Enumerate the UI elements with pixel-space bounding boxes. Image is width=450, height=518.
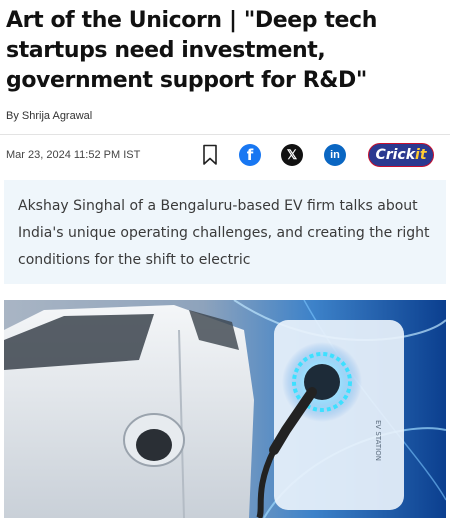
crickit-button[interactable]: Crick it (368, 143, 434, 167)
article-summary: Akshay Singhal of a Bengaluru-based EV f… (4, 180, 446, 284)
linkedin-share-button[interactable]: in (324, 144, 346, 166)
x-share-button[interactable]: 𝕏 (281, 144, 303, 166)
byline-prefix: By (6, 110, 22, 122)
facebook-share-button[interactable]: f (239, 144, 261, 166)
meta-row: Mar 23, 2024 11:52 PM IST f 𝕏 in Crick it (0, 140, 450, 170)
bookmark-icon[interactable] (200, 143, 220, 167)
crickit-suffix: it (415, 147, 427, 163)
hero-image: EV STATION (4, 300, 446, 518)
publish-date: Mar 23, 2024 11:52 PM IST (6, 149, 141, 161)
article-title: Art of the Unicorn | "Deep tech startups… (6, 8, 377, 93)
station-label: EV STATION (374, 420, 382, 461)
author-link[interactable]: Shrija Agrawal (22, 110, 92, 122)
divider (0, 134, 450, 135)
byline: By Shrija Agrawal (6, 110, 92, 122)
crickit-label: Crick (375, 147, 416, 163)
